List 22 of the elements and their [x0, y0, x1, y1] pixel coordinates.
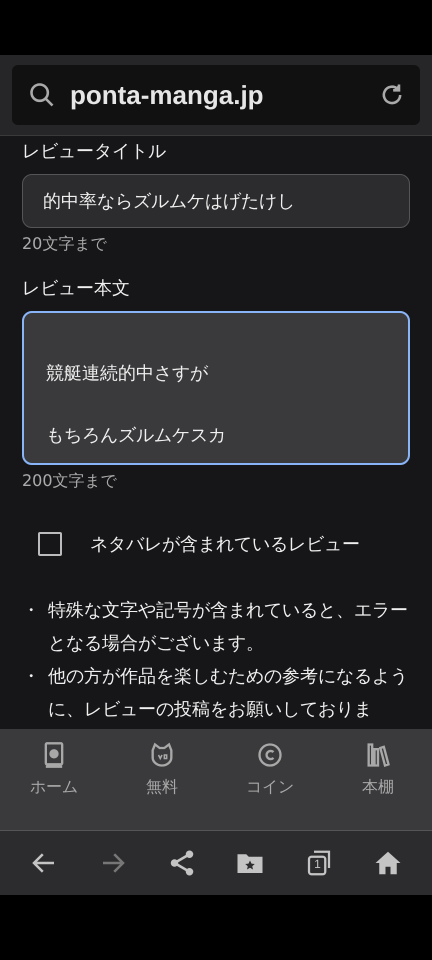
review-textarea[interactable]: 競艇連続的中さすが もちろんズルムケスカ — [22, 311, 410, 465]
character-limit-hint: 20文字まで — [22, 234, 108, 255]
tab-bar-item[interactable]: 本棚 — [324, 741, 432, 801]
character-limit-hint: 200文字まで — [22, 471, 118, 492]
url-text: ponta-manga.jp — [70, 80, 265, 110]
search-icon — [28, 81, 56, 109]
spoiler-checkbox[interactable] — [38, 532, 62, 556]
tab-bar-item[interactable]: コイン — [216, 741, 324, 801]
field-label: レビュー本文 — [22, 277, 131, 301]
bullet: ・ — [22, 665, 41, 689]
tab-count: 1 — [313, 857, 322, 871]
bullet: ・ — [22, 599, 41, 623]
checkbox-label: ネタバレが含まれているレビュー — [90, 533, 360, 556]
tabs-button[interactable]: 1 — [300, 844, 338, 882]
tab-bar-item[interactable]: ホーム — [0, 741, 108, 801]
title-input[interactable]: 的中率ならズルムケはげたけし — [22, 174, 410, 228]
copyright-icon — [256, 741, 284, 769]
tab-bar-item[interactable]: 無料 — [108, 741, 216, 801]
note-text: 特殊な文字や記号が含まれていると、エラーとなる場合がございます。 — [48, 599, 409, 656]
address-bar[interactable]: ponta-manga.jp — [12, 65, 420, 125]
note-text: 他の方が作品を楽しむための参考になるように、レビューの投稿をお願いしておりま — [48, 665, 409, 722]
field-label: レビュータイトル — [22, 140, 167, 164]
